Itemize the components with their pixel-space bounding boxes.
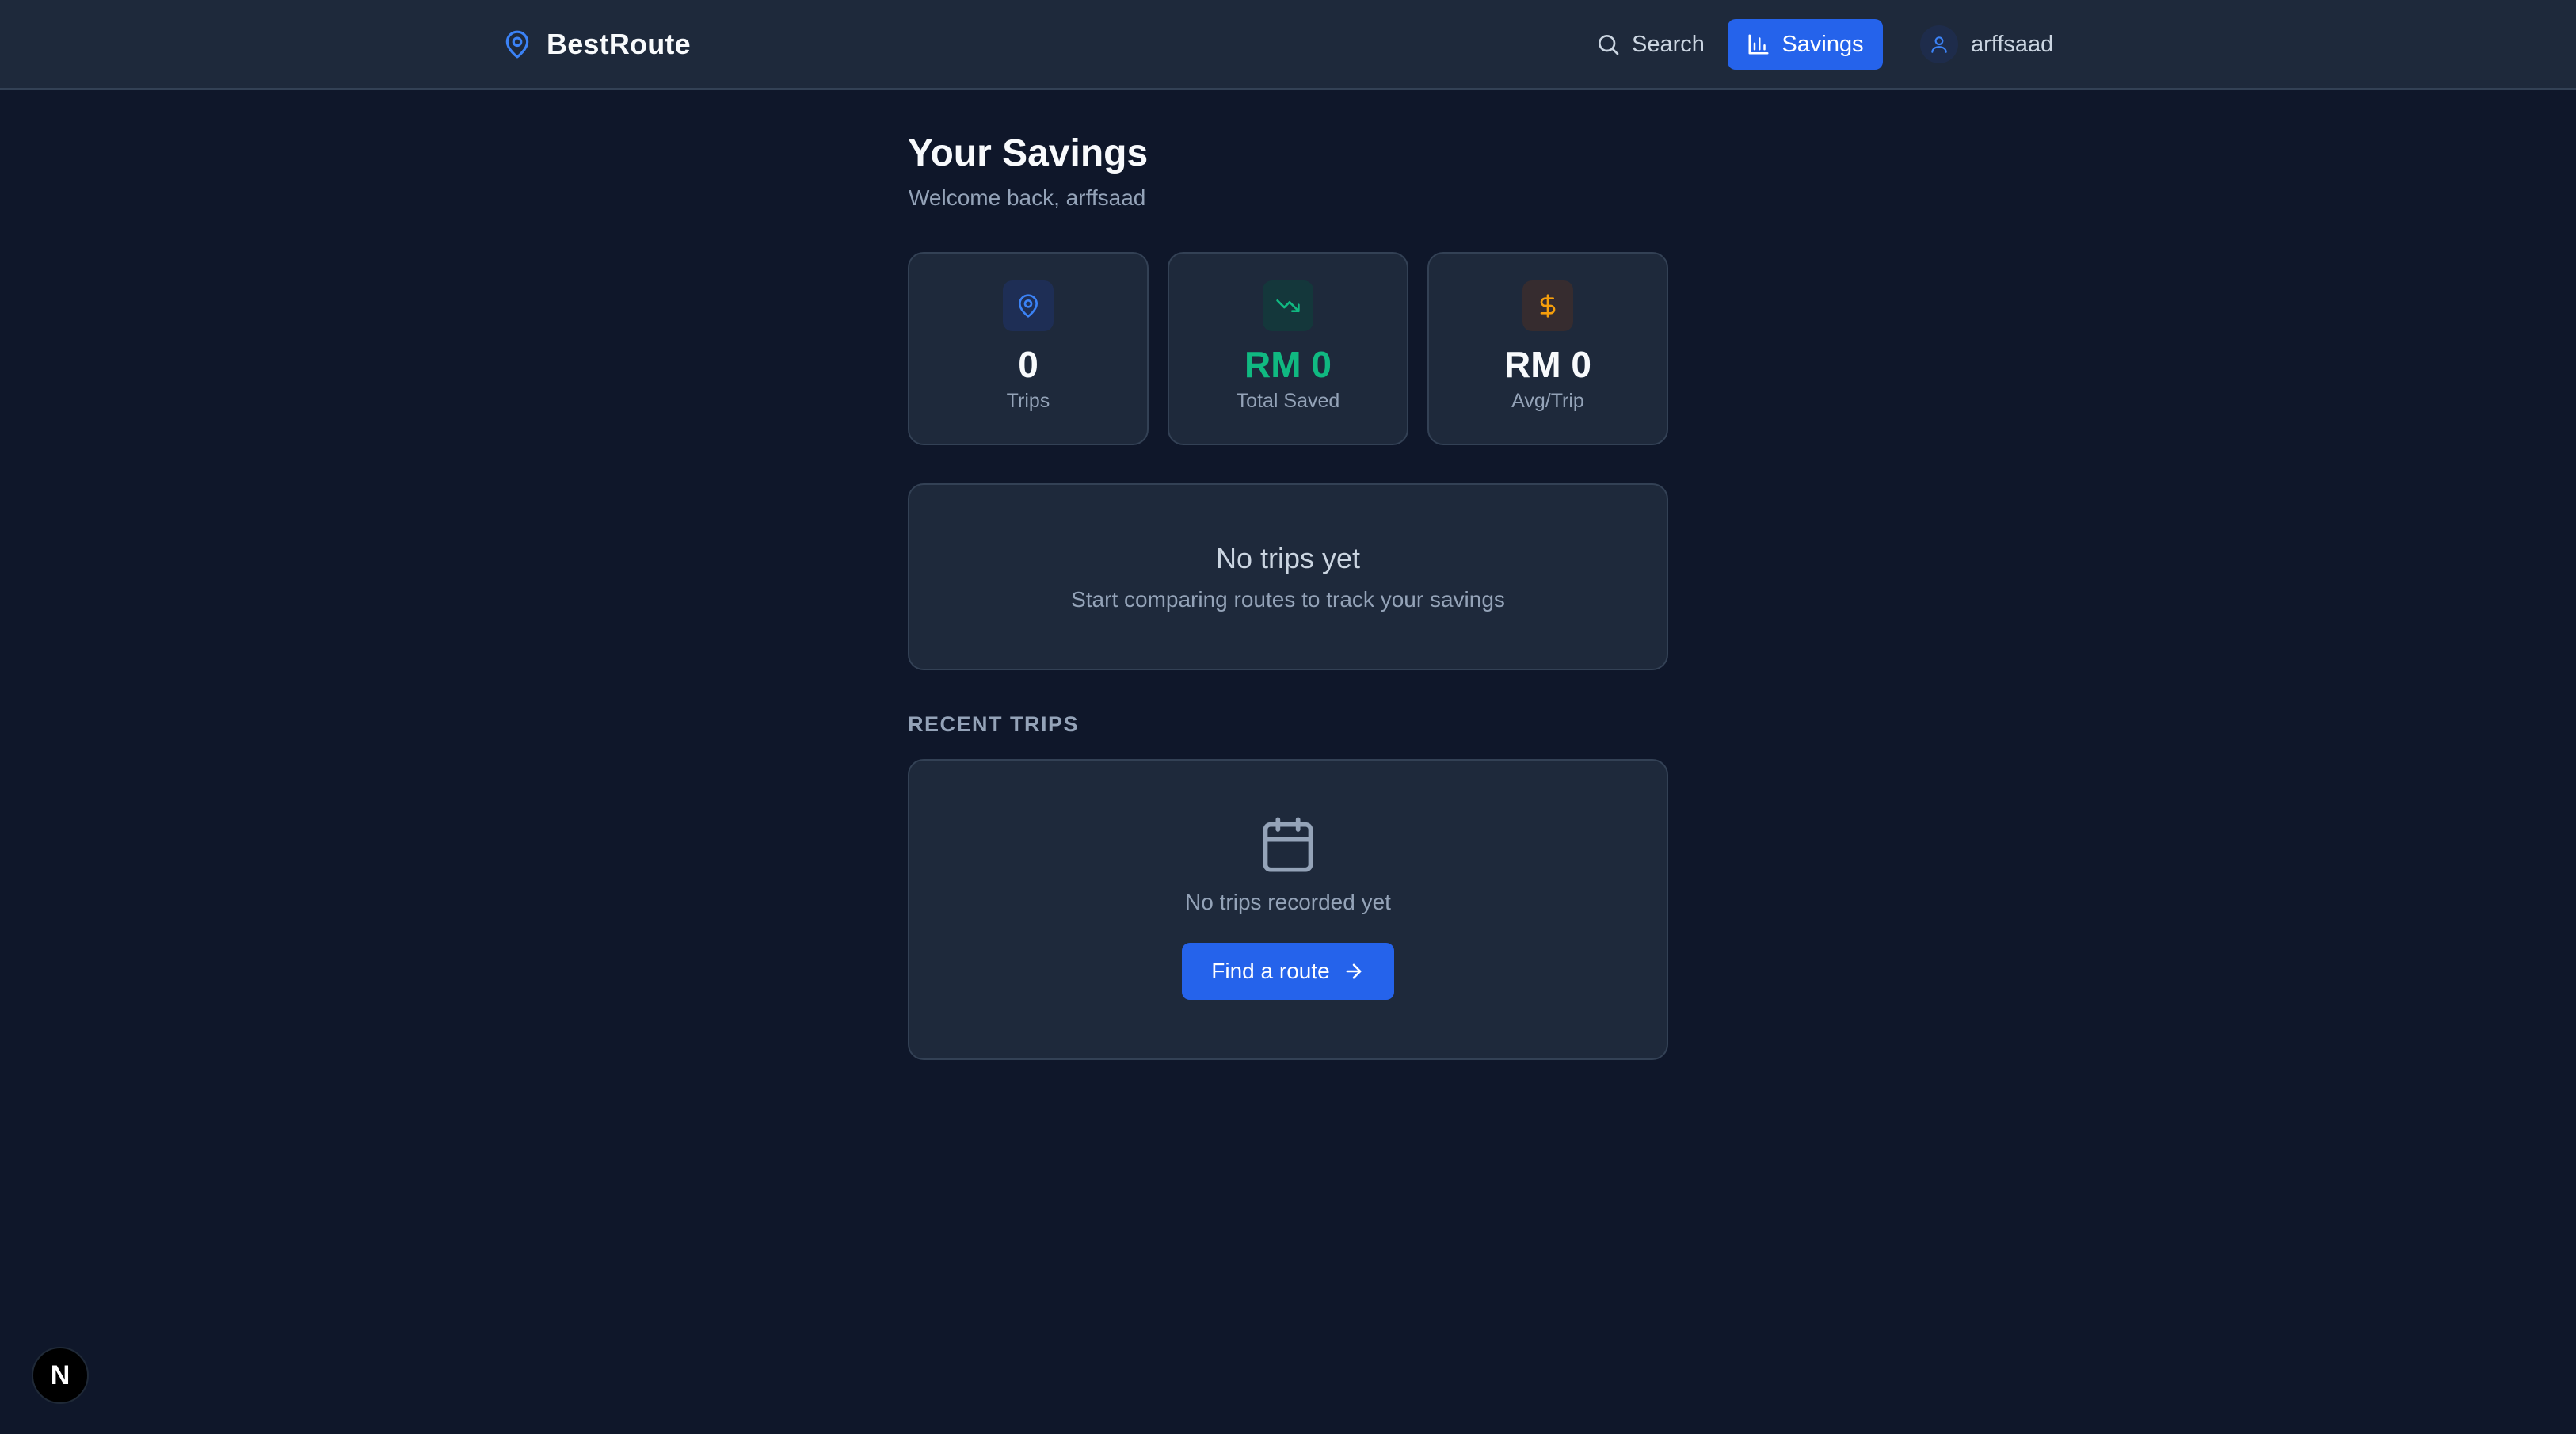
stat-value-total-saved: RM 0: [1244, 344, 1332, 385]
stat-icon-container: [1003, 280, 1054, 331]
page-title: Your Savings: [908, 132, 1149, 174]
framework-badge[interactable]: N: [32, 1347, 89, 1404]
stat-label-trips: Trips: [1006, 390, 1050, 412]
nav-savings-label: Savings: [1781, 31, 1864, 57]
nav-search-link[interactable]: Search: [1591, 19, 1709, 70]
stat-value-avg-trip: RM 0: [1504, 344, 1591, 385]
find-route-label: Find a route: [1211, 959, 1330, 983]
user-icon: [1931, 36, 1947, 53]
calendar-icon: [1263, 817, 1313, 872]
page-subtitle: Welcome back, arffsaad: [909, 185, 1146, 210]
recent-trips-card: No trips recorded yet Find a route: [908, 759, 1668, 1060]
summary-text: Start comparing routes to track your sav…: [1071, 587, 1505, 612]
find-route-button[interactable]: Find a route: [1182, 943, 1394, 1000]
brand-name: BestRoute: [547, 28, 691, 60]
stat-icon-container: [1263, 280, 1313, 331]
trending-down-icon: [1276, 299, 1300, 312]
stat-card-trips: 0 Trips: [908, 252, 1149, 445]
stat-label-total-saved: Total Saved: [1236, 390, 1340, 412]
savings-summary-empty: No trips yet Start comparing routes to t…: [908, 483, 1668, 670]
bar-chart-icon: [1748, 34, 1769, 55]
stat-card-total-saved: RM 0 Total Saved: [1168, 252, 1408, 445]
stat-icon-container: [1522, 280, 1573, 331]
top-nav-bar: BestRoute Search Savings arffsaad: [0, 0, 2576, 90]
recent-trips-empty-text: No trips recorded yet: [1185, 890, 1391, 914]
nav-savings-button[interactable]: Savings: [1728, 19, 1883, 70]
avatar: [1920, 25, 1958, 63]
summary-title: No trips yet: [1215, 542, 1361, 574]
brand-logo[interactable]: BestRoute: [502, 27, 691, 62]
recent-trips-heading: RECENT TRIPS: [908, 712, 1080, 736]
search-icon: [1599, 35, 1619, 55]
arrow-right-icon: [1346, 963, 1362, 979]
map-pin-icon: [505, 30, 529, 59]
stat-card-avg-trip: RM 0 Avg/Trip: [1427, 252, 1668, 445]
map-pin-icon: [1019, 294, 1038, 318]
nav-search-label: Search: [1632, 31, 1705, 57]
dollar-icon: [1540, 294, 1556, 318]
user-menu[interactable]: arffsaad: [1920, 22, 2053, 67]
stat-value-trips: 0: [1018, 344, 1038, 385]
stat-label-avg-trip: Avg/Trip: [1511, 390, 1584, 412]
user-name: arffsaad: [1971, 31, 2054, 57]
